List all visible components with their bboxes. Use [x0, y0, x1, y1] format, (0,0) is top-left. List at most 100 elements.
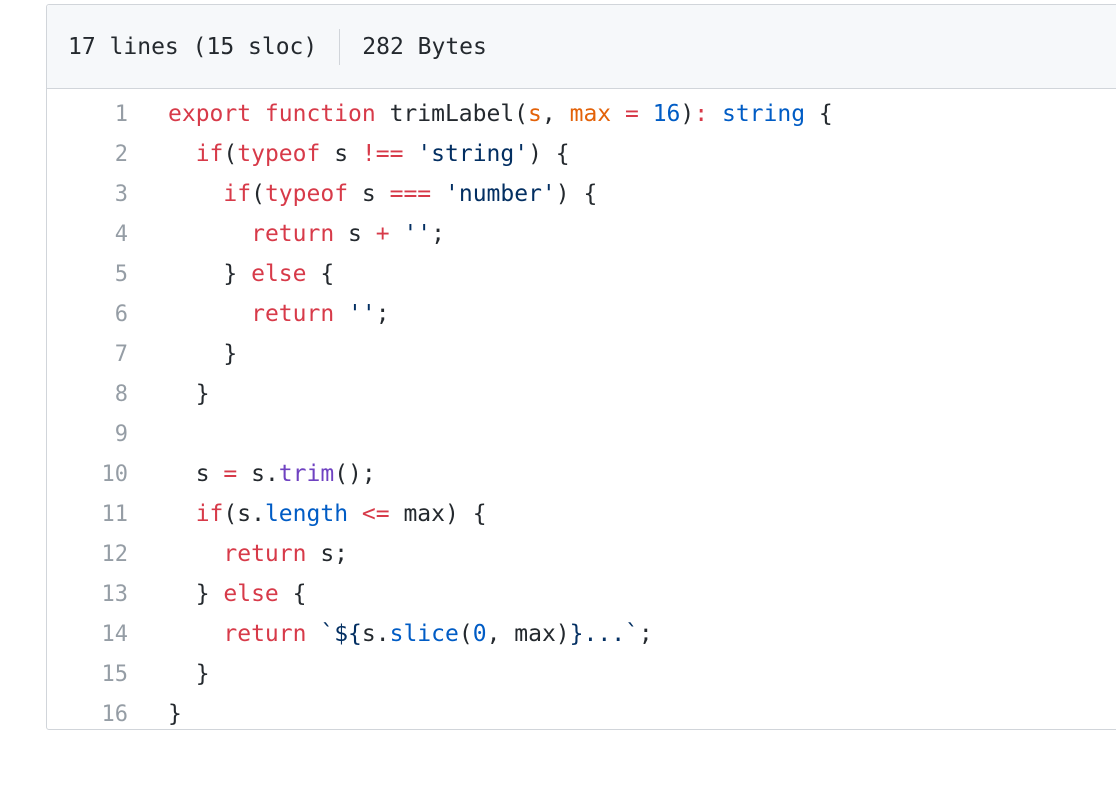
code-token: , max) [486, 621, 570, 647]
line-content: } [128, 374, 833, 414]
code-token: ( [251, 181, 265, 207]
code-token: s [528, 101, 542, 127]
file-viewer: 17 lines (15 sloc) 282 Bytes 1 export fun… [46, 4, 1116, 730]
file-info-bar: 17 lines (15 sloc) 282 Bytes [47, 5, 1116, 89]
code-token: { [805, 101, 833, 127]
code-token: s [168, 461, 224, 487]
code-token: ( [223, 141, 238, 167]
code-token: string [721, 101, 806, 127]
code-line: 3 if(typeof s === 'number') { [47, 174, 833, 214]
code-token: s. [237, 461, 279, 487]
code-token: ; [375, 301, 390, 327]
line-number[interactable]: 11 [47, 494, 129, 534]
code-line: 16} [47, 694, 833, 734]
line-content: s = s.trim(); [128, 454, 833, 494]
line-number[interactable]: 13 [47, 574, 129, 614]
code-token: else [251, 261, 307, 287]
code-token: if [195, 501, 224, 527]
line-number[interactable]: 8 [47, 374, 128, 414]
code-line: 5 } else { [47, 254, 833, 294]
code-token: (s. [223, 501, 265, 527]
line-content: } [128, 694, 833, 734]
line-number[interactable]: 7 [47, 334, 128, 374]
code-token: else [223, 581, 279, 607]
line-number[interactable]: 6 [47, 294, 128, 334]
line-number[interactable]: 12 [47, 534, 129, 574]
code-line: 2 if(typeof s !== 'string') { [47, 134, 833, 174]
code-token: ) { [528, 141, 570, 167]
code-token: ; [638, 621, 653, 647]
line-content: return `${s.slice(0, max)}...`; [128, 614, 833, 654]
code-line: 4 return s + ''; [47, 214, 833, 254]
code-token: , [541, 101, 570, 127]
line-content: } [128, 334, 833, 374]
code-token: } [168, 661, 210, 687]
code-token: } [168, 341, 238, 367]
line-number[interactable]: 4 [47, 214, 128, 254]
code-token: } [168, 381, 210, 407]
line-number[interactable]: 5 [47, 254, 128, 294]
line-content: if(typeof s !== 'string') { [128, 134, 833, 174]
code-token: export function [168, 101, 390, 127]
code-token: }...` [569, 621, 639, 647]
code-token: ) { [555, 181, 598, 207]
code-line: 13 } else { [47, 574, 833, 614]
code-line: 12 return s; [47, 534, 833, 574]
code-token: if [195, 141, 224, 167]
line-number[interactable]: 16 [47, 694, 129, 734]
code-token: trimLabel( [389, 101, 529, 127]
code-token: { [278, 581, 307, 607]
line-number[interactable]: 1 [47, 94, 128, 134]
code-line: 8 } [47, 374, 833, 414]
code-token: trim [278, 461, 335, 487]
code-token: typeof [237, 141, 321, 167]
code-token: ( [458, 621, 473, 647]
code-token: 0 [472, 621, 487, 647]
code-token: return [223, 621, 307, 647]
line-number[interactable]: 9 [47, 414, 128, 454]
code-token: '' [403, 221, 432, 247]
code-body: 1 export function trimLabel(s, max = 16):… [47, 94, 833, 734]
code-token: if [223, 181, 252, 207]
line-number[interactable]: 2 [47, 134, 128, 174]
code-table: 1 export function trimLabel(s, max = 16):… [47, 94, 833, 734]
code-token: max) { [389, 501, 487, 527]
code-token: } [168, 581, 224, 607]
line-content: } else { [128, 574, 833, 614]
code-token: return [251, 221, 335, 247]
line-number[interactable]: 14 [47, 614, 129, 654]
line-content: if(s.length <= max) { [128, 494, 833, 534]
code-line: 1 export function trimLabel(s, max = 16):… [47, 94, 833, 134]
code-token: s [320, 141, 362, 167]
line-count: 17 lines (15 sloc) [68, 33, 318, 60]
code-token: `${ [320, 621, 362, 647]
code-line: 9 [47, 414, 833, 454]
line-number[interactable]: 15 [47, 654, 129, 694]
code-token: 'number' [445, 181, 556, 207]
code-token: s. [361, 621, 390, 647]
code-token: { [306, 261, 335, 287]
line-number[interactable]: 3 [47, 174, 128, 214]
code-token: ) [680, 101, 695, 127]
code-token: s [334, 221, 376, 247]
code-token: length [264, 501, 349, 527]
code-token: 16 [652, 101, 681, 127]
code-token: === [389, 181, 432, 207]
code-line: 10 s = s.trim(); [47, 454, 833, 494]
code-token: 'string' [417, 141, 529, 167]
line-content: } [128, 654, 833, 694]
code-token: return [223, 541, 307, 567]
line-number[interactable]: 10 [47, 454, 129, 494]
code-token: max [569, 101, 612, 127]
code-line: 15 } [47, 654, 833, 694]
line-content [128, 414, 833, 454]
